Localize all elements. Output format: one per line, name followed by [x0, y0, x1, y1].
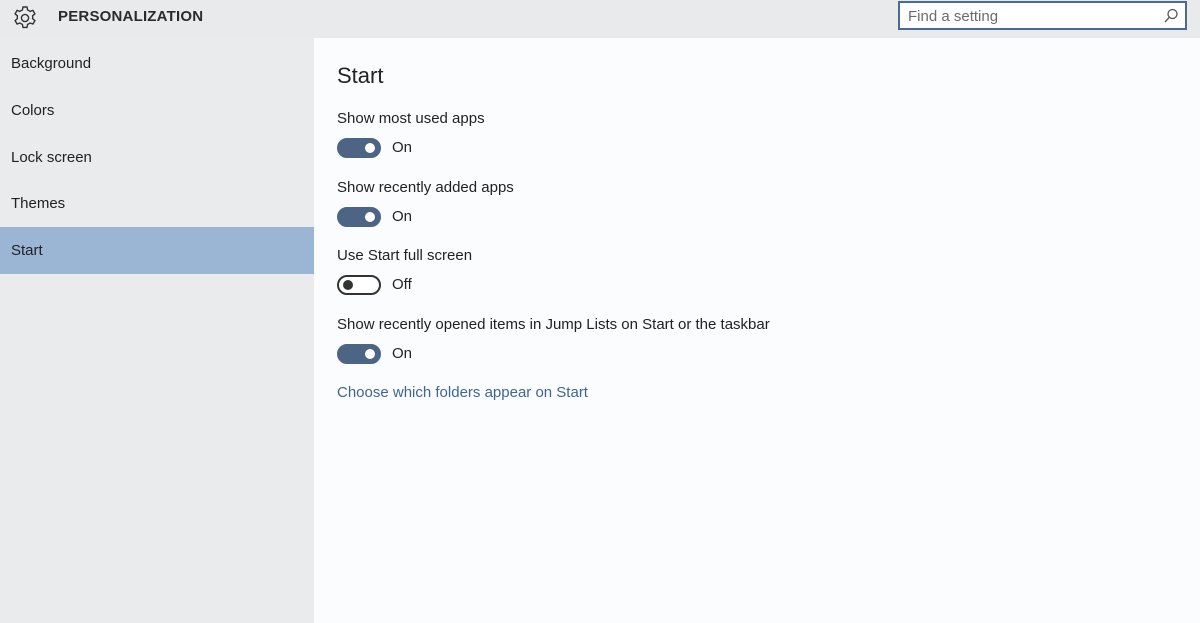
sidebar-item-label: Background [11, 55, 92, 72]
settings-window: PERSONALIZATION Background Colors Lock s… [0, 0, 1200, 623]
setting-label-jump-lists: Show recently opened items in Jump Lists… [337, 316, 770, 333]
sidebar-item-lock-screen[interactable]: Lock screen [0, 134, 314, 181]
sidebar-item-background[interactable]: Background [0, 40, 314, 87]
toggle-knob [365, 349, 375, 359]
page-header-title: PERSONALIZATION [58, 8, 204, 25]
toggle-recently-added-apps[interactable] [337, 207, 381, 227]
setting-label-most-used-apps: Show most used apps [337, 110, 485, 127]
toggle-full-screen[interactable] [337, 275, 381, 295]
toggle-knob [365, 143, 375, 153]
choose-folders-link[interactable]: Choose which folders appear on Start [337, 384, 588, 401]
header-bar: PERSONALIZATION [0, 0, 1200, 38]
search-icon[interactable] [1162, 7, 1180, 25]
setting-label-recently-added-apps: Show recently added apps [337, 179, 514, 196]
search-box[interactable] [898, 1, 1187, 30]
sidebar-item-label: Start [11, 242, 43, 259]
gear-icon [14, 6, 36, 29]
sidebar-item-label: Colors [11, 102, 55, 119]
toggle-state-jump-lists: On [392, 345, 413, 362]
main-content: Start Show most used apps On Show recent… [314, 38, 1200, 623]
search-input[interactable] [908, 6, 1148, 26]
page-title: Start [337, 63, 384, 88]
toggle-knob [343, 280, 353, 290]
toggle-state-full-screen: Off [392, 276, 412, 293]
toggle-jump-lists[interactable] [337, 344, 381, 364]
sidebar-item-colors[interactable]: Colors [0, 87, 314, 134]
toggle-state-most-used-apps: On [392, 139, 413, 156]
sidebar-item-label: Lock screen [11, 149, 92, 166]
toggle-most-used-apps[interactable] [337, 138, 381, 158]
sidebar-item-start[interactable]: Start [0, 227, 314, 274]
toggle-knob [365, 212, 375, 222]
sidebar: Background Colors Lock screen Themes Sta… [0, 38, 314, 623]
sidebar-item-themes[interactable]: Themes [0, 180, 314, 227]
setting-label-full-screen: Use Start full screen [337, 247, 473, 264]
sidebar-item-label: Themes [11, 195, 66, 212]
toggle-state-recently-added-apps: On [392, 208, 413, 225]
